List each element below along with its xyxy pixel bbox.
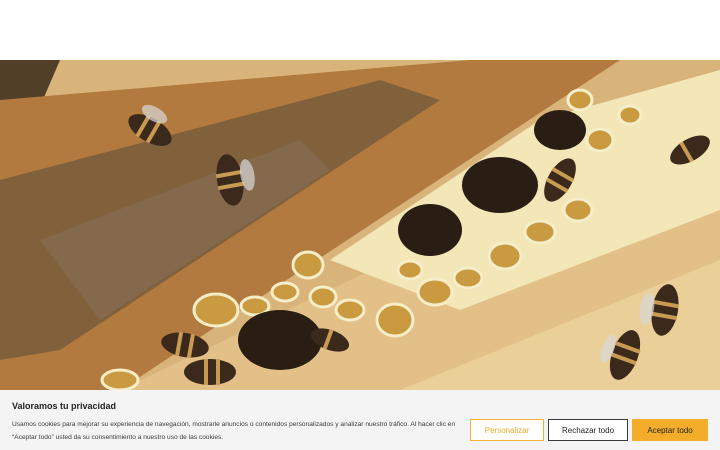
cookie-banner-text: Usamos cookies para mejorar su experienc… — [12, 421, 456, 441]
customize-button[interactable]: Personalizar — [470, 419, 544, 441]
accept-all-button[interactable]: Aceptar todo — [632, 419, 708, 441]
cookie-banner-title: Valoramos tu privacidad — [12, 401, 117, 411]
cookie-consent-banner: Valoramos tu privacidad Usamos cookies p… — [0, 390, 720, 450]
hero-image — [0, 60, 720, 390]
reject-all-button[interactable]: Rechazar todo — [548, 419, 628, 441]
site-header — [0, 0, 720, 60]
beehive-photo — [0, 60, 720, 390]
